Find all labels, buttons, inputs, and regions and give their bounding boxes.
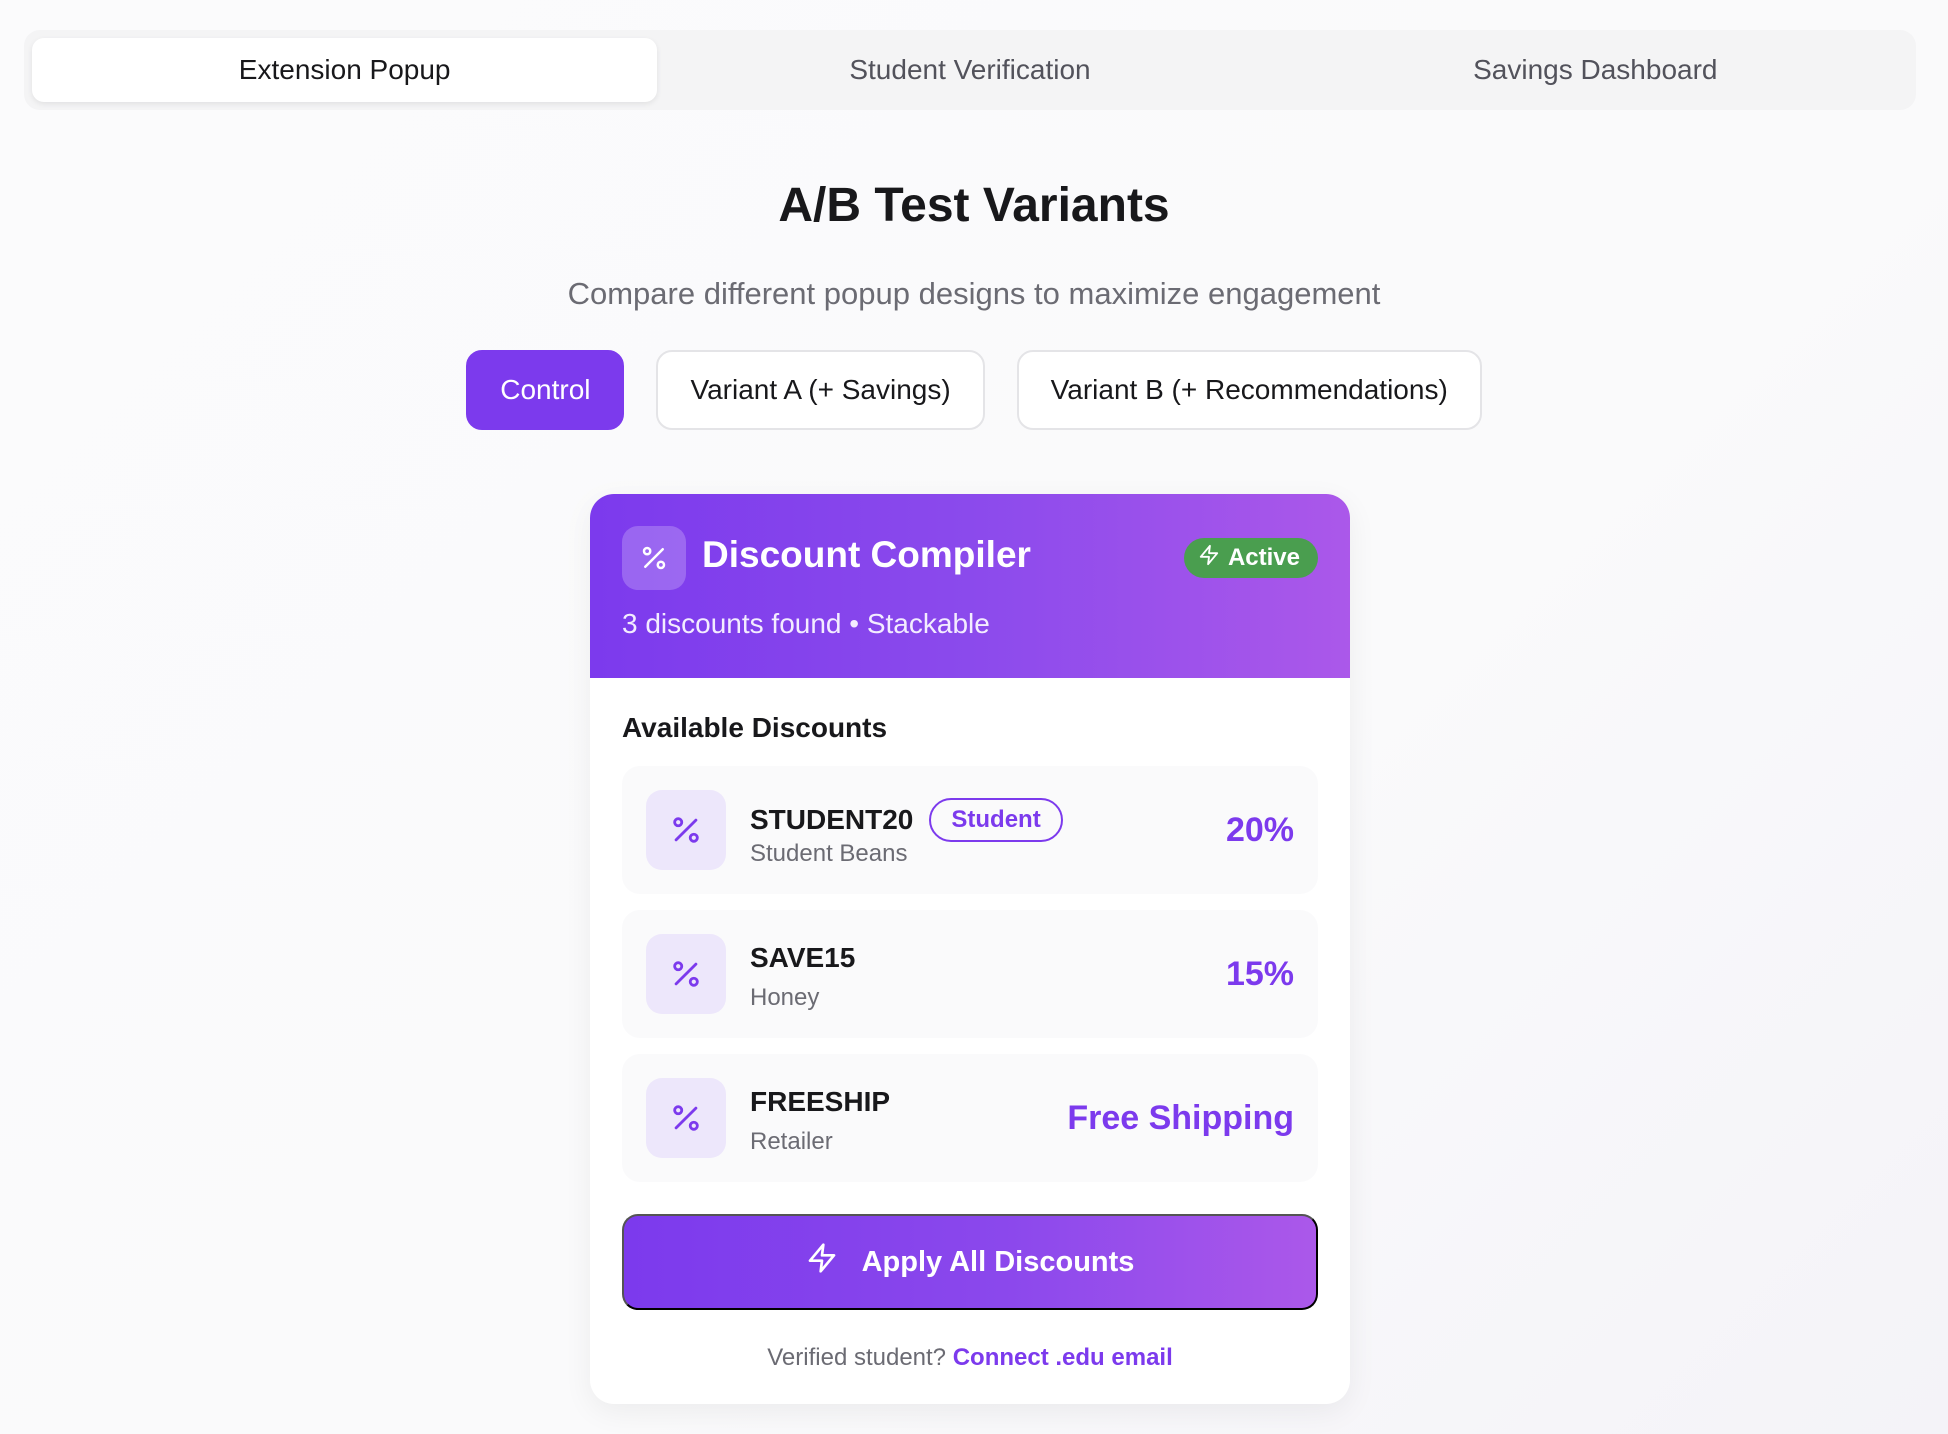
variant-control-button[interactable]: Control bbox=[466, 350, 625, 430]
connect-edu-email-link[interactable]: Connect .edu email bbox=[953, 1344, 1173, 1371]
tab-savings-dashboard[interactable]: Savings Dashboard bbox=[1283, 38, 1908, 102]
discount-source: Honey bbox=[750, 984, 820, 1011]
discount-list: STUDENT20 Student Student Beans 20% SAVE… bbox=[622, 766, 1318, 1198]
popup-title: Discount Compiler bbox=[702, 534, 1031, 575]
percent-icon bbox=[646, 1078, 726, 1158]
apply-button-label: Apply All Discounts bbox=[861, 1245, 1135, 1278]
tab-extension-popup[interactable]: Extension Popup bbox=[32, 38, 658, 102]
status-badge: Active bbox=[1183, 538, 1318, 578]
discount-item-student20[interactable]: STUDENT20 Student Student Beans 20% bbox=[622, 766, 1318, 894]
variant-b-button[interactable]: Variant B (+ Recommendations) bbox=[1016, 350, 1482, 430]
tab-student-verification[interactable]: Student Verification bbox=[657, 38, 1282, 102]
discount-item-save15[interactable]: SAVE15 Honey 15% bbox=[622, 910, 1318, 1038]
footer-text: Verified student? bbox=[767, 1344, 947, 1371]
student-badge: Student bbox=[929, 798, 1063, 842]
lightning-icon bbox=[1198, 544, 1220, 573]
section-heading: Available Discounts bbox=[622, 712, 888, 743]
discount-source: Retailer bbox=[750, 1128, 833, 1155]
variant-a-button[interactable]: Variant A (+ Savings) bbox=[656, 350, 985, 430]
popup-header: Discount Compiler Active 3 discounts fou… bbox=[590, 494, 1350, 678]
variant-selector: Control Variant A (+ Savings) Variant B … bbox=[0, 350, 1948, 430]
extension-popup-card: Discount Compiler Active 3 discounts fou… bbox=[590, 494, 1350, 1404]
page-title: A/B Test Variants bbox=[778, 179, 1170, 232]
discount-code: STUDENT20 bbox=[750, 804, 914, 835]
discount-value: Free Shipping bbox=[1067, 1098, 1294, 1137]
top-tab-bar: Extension Popup Student Verification Sav… bbox=[24, 30, 1916, 110]
discount-summary: 3 discounts found • Stackable bbox=[622, 608, 990, 639]
apply-all-discounts-button[interactable]: Apply All Discounts bbox=[622, 1214, 1318, 1310]
percent-icon bbox=[646, 790, 726, 870]
percent-icon bbox=[646, 934, 726, 1014]
percent-icon bbox=[622, 526, 686, 590]
discount-value: 15% bbox=[1225, 954, 1294, 993]
discount-item-freeship[interactable]: FREESHIP Retailer Free Shipping bbox=[622, 1054, 1318, 1182]
page-subtitle: Compare different popup designs to maxim… bbox=[567, 276, 1381, 311]
lightning-icon bbox=[806, 1242, 838, 1282]
discount-source: Student Beans bbox=[750, 840, 908, 867]
status-badge-label: Active bbox=[1227, 544, 1300, 571]
discount-code: FREESHIP bbox=[750, 1086, 891, 1117]
footer-prompt: Verified student? Connect .edu email bbox=[590, 1344, 1350, 1372]
discount-value: 20% bbox=[1225, 810, 1294, 849]
discount-code: SAVE15 bbox=[750, 942, 856, 973]
